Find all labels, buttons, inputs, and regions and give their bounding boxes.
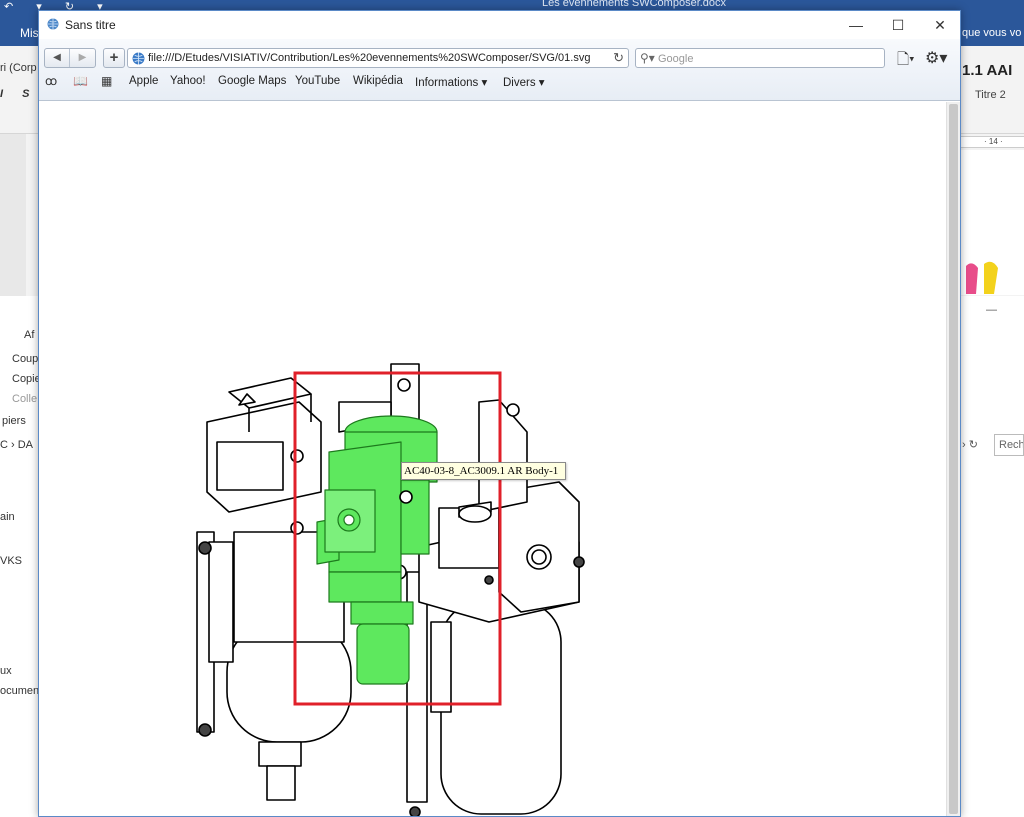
nav-item[interactable]: ux	[0, 665, 12, 677]
browser-window: Sans titre — ☐ ✕ ◀ ▶ + file:///D/Etudes/…	[38, 10, 961, 817]
style-heading-2[interactable]: Titre 2	[975, 89, 1006, 101]
refresh-icon[interactable]: › ↻	[962, 438, 978, 451]
quick-access-toolbar[interactable]: ↶ ▾ ↻ ▾	[4, 0, 113, 13]
document-graphic	[966, 261, 998, 294]
nav-item[interactable]: VKS	[0, 555, 22, 567]
search-bar[interactable]: ⚲▾	[635, 48, 885, 68]
maximize-button[interactable]: ☐	[876, 11, 920, 39]
bookmark-apple[interactable]: Apple	[129, 75, 158, 87]
bookmark-divers[interactable]: Divers ▾	[503, 75, 545, 89]
word-page	[960, 150, 1024, 295]
close-button[interactable]: ✕	[918, 11, 962, 39]
browser-toolbar: ◀ ▶ + file:///D/Etudes/VISIATIV/Contribu…	[39, 39, 960, 101]
browser-title-bar: Sans titre — ☐ ✕	[39, 11, 960, 39]
component-tooltip: AC40-03-8_AC3009.1 AR Body-1	[401, 462, 566, 480]
grid-icon[interactable]: ▦	[101, 74, 112, 88]
left-filter-unit	[196, 377, 352, 801]
add-bookmark-button[interactable]: +	[103, 48, 125, 68]
nav-item[interactable]: ocument	[0, 685, 42, 697]
explorer-search[interactable]: Rech	[994, 434, 1024, 456]
scroll-thumb[interactable]	[949, 104, 958, 814]
gear-icon[interactable]: ⚙▾	[925, 48, 947, 68]
clipboard-copy[interactable]: Copie	[12, 373, 41, 385]
word-document-title: Les evennements SWComposer.docx	[542, 0, 727, 9]
ruler-mark: · 14 ·	[984, 137, 1003, 146]
nav-item[interactable]: ain	[0, 511, 15, 523]
url-text[interactable]: file:///D/Etudes/VISIATIV/Contribution/L…	[148, 52, 590, 64]
bookmark-google-maps[interactable]: Google Maps	[218, 75, 286, 87]
minimize-icon[interactable]: —	[986, 304, 997, 316]
forward-button[interactable]: ▶	[70, 49, 95, 67]
vertical-scrollbar[interactable]	[946, 102, 960, 816]
search-input[interactable]	[658, 51, 878, 66]
tell-me-box[interactable]: que vous vo	[962, 27, 1021, 39]
search-icon[interactable]: ⚲▾	[640, 51, 655, 65]
word-left-strip	[0, 134, 26, 296]
style-heading-1[interactable]: 1.1 AAI	[962, 62, 1012, 79]
reload-icon[interactable]: ↻	[613, 50, 624, 66]
format-buttons[interactable]: I S	[0, 88, 37, 100]
explorer-right-pane: — › ↻	[960, 296, 1024, 817]
cad-drawing	[196, 363, 585, 816]
back-button[interactable]: ◀	[45, 49, 70, 67]
globe-icon	[47, 18, 59, 30]
window-title: Sans titre	[65, 18, 116, 32]
nav-buttons: ◀ ▶	[44, 48, 96, 68]
ribbon-tab[interactable]: Mis	[20, 26, 39, 40]
bookmark-wikipedia[interactable]: Wikipédia	[353, 75, 403, 87]
font-name-box[interactable]: ri (Corp	[0, 62, 37, 74]
clipboard-group-label: piers	[2, 415, 26, 427]
bookmark-informations[interactable]: Informations ▾	[415, 75, 487, 89]
bookmarks-bar: ꝏ 📖 ▦ Apple Yahoo! Google Maps YouTube W…	[39, 71, 960, 93]
clipboard-show[interactable]: Af	[24, 329, 34, 341]
clipboard-paste[interactable]: Colle	[12, 393, 37, 405]
address-bar[interactable]: file:///D/Etudes/VISIATIV/Contribution/L…	[127, 48, 629, 68]
clipboard-cut[interactable]: Coup	[12, 353, 38, 365]
book-icon[interactable]: 📖	[73, 74, 88, 88]
svg-viewer: AC40-03-8_AC3009.1 AR Body-1	[39, 102, 946, 816]
word-ruler: · 14 ·	[960, 136, 1024, 148]
explorer-path[interactable]: C › DA	[0, 439, 33, 451]
minimize-button[interactable]: —	[834, 11, 878, 39]
explorer-left-pane: Af Coup Copie Colle piers C › DA ain VKS…	[0, 296, 42, 817]
bookmark-yahoo[interactable]: Yahoo!	[170, 75, 206, 87]
globe-icon	[132, 52, 145, 65]
reader-glasses-icon[interactable]: ꝏ	[45, 74, 57, 88]
bookmark-youtube[interactable]: YouTube	[295, 75, 340, 87]
